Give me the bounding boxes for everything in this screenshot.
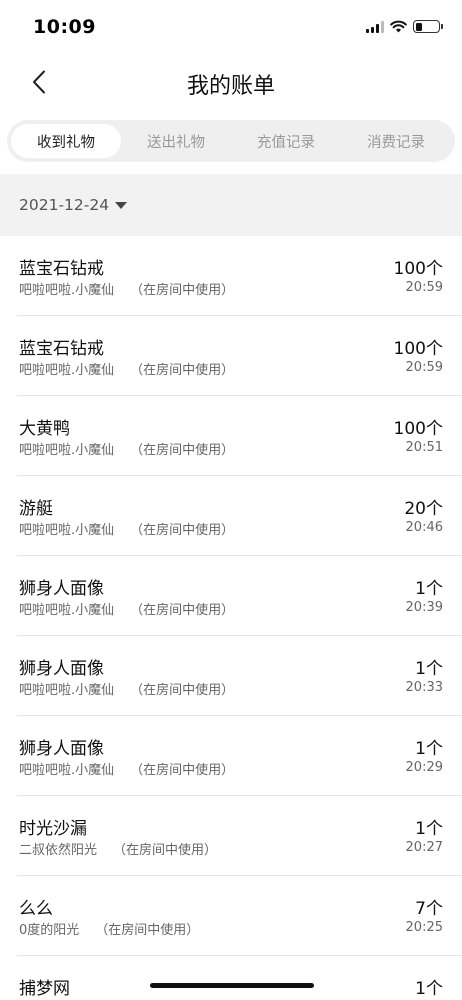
gift-name: 捕梦网: [19, 979, 70, 999]
sender-name: 二叔依然阳光: [19, 843, 98, 858]
gift-name: 大黄鸭: [19, 419, 70, 439]
tab-bar: 收到礼物 送出礼物 充值记录 消费记录: [7, 120, 455, 162]
list-item[interactable]: 时光沙漏 二叔依然阳光 （在房间中使用） 1个 20:27: [17, 796, 462, 876]
sender-name: 吧啦吧啦.小魔仙: [19, 363, 115, 378]
gift-quantity: 1个: [415, 659, 443, 679]
gift-quantity: 1个: [415, 819, 443, 839]
usage-note: （在房间中使用）: [130, 283, 235, 298]
gift-source: 吧啦吧啦.小魔仙 （在房间中使用）: [19, 279, 234, 298]
gift-name: 么么: [19, 899, 53, 919]
usage-note: （在房间中使用）: [130, 763, 235, 778]
gift-quantity: 20个: [404, 499, 443, 519]
usage-note: （在房间中使用）: [130, 603, 235, 618]
usage-note: （在房间中使用）: [130, 523, 235, 538]
usage-note: （在房间中使用）: [113, 843, 218, 858]
tab-consumption-records[interactable]: 消费记录: [341, 124, 451, 158]
caret-down-icon: [115, 201, 128, 209]
gift-source: 吧啦吧啦.小魔仙 （在房间中使用）: [19, 439, 234, 458]
list-item[interactable]: 捕梦网 1个: [17, 956, 462, 1000]
gift-time: 20:51: [405, 440, 443, 455]
gift-time: 20:39: [405, 600, 443, 615]
gift-quantity: 1个: [415, 739, 443, 759]
gift-time: 20:46: [405, 520, 443, 535]
date-filter-value: 2021-12-24: [19, 196, 110, 214]
gift-time: 20:33: [405, 680, 443, 695]
gift-source: 吧啦吧啦.小魔仙 （在房间中使用）: [19, 679, 234, 698]
sender-name: 吧啦吧啦.小魔仙: [19, 443, 115, 458]
gift-source: 吧啦吧啦.小魔仙 （在房间中使用）: [19, 599, 234, 618]
gift-time: 20:27: [405, 840, 443, 855]
gift-source: 吧啦吧啦.小魔仙 （在房间中使用）: [19, 519, 234, 538]
list-item[interactable]: 大黄鸭 吧啦吧啦.小魔仙 （在房间中使用） 100个 20:51: [17, 396, 462, 476]
wifi-icon: [390, 20, 407, 33]
gift-quantity: 1个: [415, 579, 443, 599]
list-item[interactable]: 游艇 吧啦吧啦.小魔仙 （在房间中使用） 20个 20:46: [17, 476, 462, 556]
usage-note: （在房间中使用）: [130, 443, 235, 458]
status-time: 10:09: [33, 16, 96, 38]
gift-name: 狮身人面像: [19, 739, 104, 759]
gift-quantity: 100个: [393, 339, 443, 359]
sender-name: 吧啦吧啦.小魔仙: [19, 603, 115, 618]
gift-quantity: 100个: [393, 259, 443, 279]
tab-sent-gifts[interactable]: 送出礼物: [121, 124, 231, 158]
gift-source: 二叔依然阳光 （在房间中使用）: [19, 839, 217, 858]
gift-name: 时光沙漏: [19, 819, 87, 839]
nav-bar: 我的账单: [0, 56, 462, 108]
home-indicator[interactable]: [150, 983, 314, 988]
gift-quantity: 7个: [415, 899, 443, 919]
list-item[interactable]: 狮身人面像 吧啦吧啦.小魔仙 （在房间中使用） 1个 20:39: [17, 556, 462, 636]
battery-level: [415, 22, 423, 31]
tab-recharge-records[interactable]: 充值记录: [231, 124, 341, 158]
gift-name: 狮身人面像: [19, 579, 104, 599]
gift-time: 20:59: [405, 280, 443, 295]
list-item[interactable]: 么么 0度的阳光 （在房间中使用） 7个 20:25: [17, 876, 462, 956]
sender-name: 吧啦吧啦.小魔仙: [19, 523, 115, 538]
sender-name: 吧啦吧啦.小魔仙: [19, 763, 115, 778]
record-list: 蓝宝石钻戒 吧啦吧啦.小魔仙 （在房间中使用） 100个 20:59 蓝宝石钻戒 …: [0, 236, 462, 1000]
gift-name: 游艇: [19, 499, 53, 519]
tab-received-gifts[interactable]: 收到礼物: [11, 124, 121, 158]
gift-name: 蓝宝石钻戒: [19, 339, 104, 359]
list-item[interactable]: 蓝宝石钻戒 吧啦吧啦.小魔仙 （在房间中使用） 100个 20:59: [17, 236, 462, 316]
date-filter[interactable]: 2021-12-24: [0, 174, 462, 236]
usage-note: （在房间中使用）: [130, 363, 235, 378]
gift-name: 蓝宝石钻戒: [19, 259, 104, 279]
gift-source: 0度的阳光 （在房间中使用）: [19, 919, 199, 938]
status-bar: 10:09: [0, 0, 462, 56]
battery-icon: [413, 20, 443, 33]
sender-name: 0度的阳光: [19, 923, 80, 938]
status-icons: [366, 20, 443, 33]
gift-name: 狮身人面像: [19, 659, 104, 679]
gift-source: 吧啦吧啦.小魔仙 （在房间中使用）: [19, 359, 234, 378]
list-item[interactable]: 狮身人面像 吧啦吧啦.小魔仙 （在房间中使用） 1个 20:29: [17, 716, 462, 796]
usage-note: （在房间中使用）: [130, 683, 235, 698]
usage-note: （在房间中使用）: [95, 923, 200, 938]
cellular-signal-icon: [366, 20, 384, 33]
gift-time: 20:29: [405, 760, 443, 775]
page-title: 我的账单: [186, 74, 275, 99]
list-item[interactable]: 蓝宝石钻戒 吧啦吧啦.小魔仙 （在房间中使用） 100个 20:59: [17, 316, 462, 396]
gift-source: 吧啦吧啦.小魔仙 （在房间中使用）: [19, 759, 234, 778]
gift-quantity: 1个: [415, 979, 443, 999]
sender-name: 吧啦吧啦.小魔仙: [19, 283, 115, 298]
gift-time: 20:59: [405, 360, 443, 375]
sender-name: 吧啦吧啦.小魔仙: [19, 683, 115, 698]
gift-quantity: 100个: [393, 419, 443, 439]
gift-time: 20:25: [405, 920, 443, 935]
list-item[interactable]: 狮身人面像 吧啦吧啦.小魔仙 （在房间中使用） 1个 20:33: [17, 636, 462, 716]
